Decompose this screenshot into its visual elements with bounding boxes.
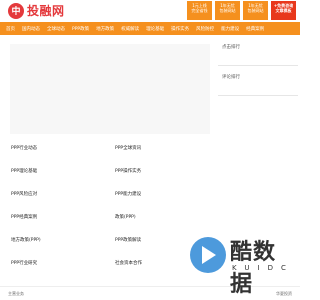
grid-row: 地方政策(PPP) PPP政策解读 xyxy=(10,237,215,260)
promo-box-2-line2: 包装网站 xyxy=(219,8,236,13)
footer-left-text[interactable]: 主营业务 xyxy=(8,291,24,297)
nav-item-interpretation[interactable]: 权威解读 xyxy=(121,26,139,32)
nav-item-cases[interactable]: 经典案例 xyxy=(246,26,264,32)
category-link[interactable]: PPP行业动态 xyxy=(10,145,110,168)
category-link[interactable]: PPP行业研究 xyxy=(10,260,110,283)
promo-box-1[interactable]: 1元上线 完全省钱 xyxy=(187,1,212,20)
nav-item-home[interactable]: 首页 xyxy=(6,26,15,32)
sidebar: 点击排行 评论排行 xyxy=(218,36,298,96)
nav-item-global[interactable]: 全球动态 xyxy=(47,26,65,32)
watermark-subtext: KUIDC xyxy=(232,264,294,272)
grid-row: PPP行业研究 社会资本合作 xyxy=(10,260,215,283)
grid-row: PPP理论基础 PPP操作实务 xyxy=(10,168,215,191)
promo-box-3-line2: 包装网站 xyxy=(247,8,264,13)
site-header: 中 投融网 1元上线 完全省钱 1年无忧 包装网站 1年无忧 包装网站 +免费咨… xyxy=(0,0,300,22)
grid-row: PPP经典案例 政策(PPP) xyxy=(10,214,215,237)
main-nav: 首页 国内动态 全球动态 PPP政策 地方政策 权威解读 理论基础 操作实务 风… xyxy=(0,22,300,35)
header-promo-boxes: 1元上线 完全省钱 1年无忧 包装网站 1年无忧 包装网站 +免费咨询 文章模板 xyxy=(187,1,296,20)
promo-box-1-line2: 完全省钱 xyxy=(191,8,208,13)
category-link[interactable]: PPP操作实务 xyxy=(114,168,214,191)
nav-item-risk[interactable]: 风险防控 xyxy=(196,26,214,32)
category-link[interactable]: PPP风险应对 xyxy=(10,191,110,214)
nav-item-theory[interactable]: 理论基础 xyxy=(146,26,164,32)
logo-icon: 中 xyxy=(8,2,24,19)
promo-box-2[interactable]: 1年无忧 包装网站 xyxy=(215,1,240,20)
category-link[interactable]: PPP理论基础 xyxy=(10,168,110,191)
category-link[interactable]: PPP经典案例 xyxy=(10,214,110,237)
nav-item-local-policy[interactable]: 地方政策 xyxy=(96,26,114,32)
play-icon xyxy=(202,246,216,264)
sidebar-panel-top-clicks: 点击排行 xyxy=(218,36,298,66)
nav-item-ppp-policy[interactable]: PPP政策 xyxy=(72,26,89,32)
promo-box-3[interactable]: 1年无忧 包装网站 xyxy=(243,1,268,20)
grid-row: PPP风险应对 PPP能力建设 xyxy=(10,191,215,214)
nav-item-practice[interactable]: 操作实务 xyxy=(171,26,189,32)
promo-box-4-line2: 文章模板 xyxy=(275,8,292,13)
grid-row: PPP行业动态 PPP全球资讯 xyxy=(10,145,215,168)
banner-image[interactable] xyxy=(10,44,210,134)
nav-item-domestic[interactable]: 国内动态 xyxy=(22,26,40,32)
category-link[interactable]: PPP全球资讯 xyxy=(114,145,214,168)
site-logo[interactable]: 中 投融网 xyxy=(8,2,65,19)
promo-box-4[interactable]: +免费咨询 文章模板 xyxy=(271,1,296,20)
category-link[interactable]: PPP能力建设 xyxy=(114,191,214,214)
sidebar-panel-title[interactable]: 点击排行 xyxy=(222,44,298,50)
logo-text: 投融网 xyxy=(27,4,65,18)
nav-item-capacity[interactable]: 能力建设 xyxy=(221,26,239,32)
watermark: 酷数据 KUIDC xyxy=(190,232,298,297)
category-link[interactable]: 地方政策(PPP) xyxy=(10,237,110,260)
category-grid: PPP行业动态 PPP全球资讯 PPP理论基础 PPP操作实务 PPP风险应对 … xyxy=(10,145,215,283)
sidebar-panel-title[interactable]: 评论排行 xyxy=(222,74,298,80)
sidebar-panel-top-comments: 评论排行 xyxy=(218,66,298,96)
